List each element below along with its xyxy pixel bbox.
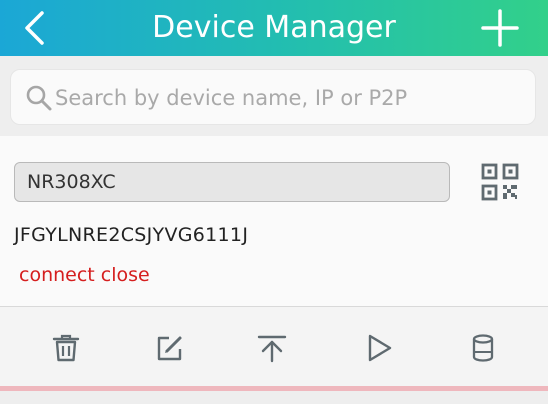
- trash-icon: [52, 334, 80, 362]
- delete-button[interactable]: [51, 333, 81, 363]
- storage-icon: [472, 334, 494, 362]
- search-icon: [26, 85, 52, 111]
- search-area: [0, 56, 548, 136]
- plus-icon: [481, 9, 519, 47]
- list-gap: [0, 391, 548, 404]
- connection-status: connect close: [19, 264, 150, 286]
- storage-button[interactable]: [468, 333, 498, 363]
- search-box[interactable]: [10, 69, 536, 126]
- edit-button[interactable]: [155, 333, 185, 363]
- edit-icon: [157, 336, 182, 361]
- device-id: JFGYLNRE2CSJYVG6111J: [14, 224, 249, 246]
- device-card: NR308XC JFGYLNRE2CSJYVG6111J connect clo…: [0, 136, 548, 388]
- qr-code-icon: [481, 163, 519, 201]
- device-name-field[interactable]: NR308XC: [14, 162, 450, 202]
- action-bar: [0, 307, 548, 388]
- header-bar: Device Manager: [0, 0, 548, 56]
- page-title: Device Manager: [152, 10, 396, 45]
- play-icon: [368, 334, 392, 362]
- play-button[interactable]: [364, 333, 394, 363]
- qr-code-button[interactable]: [480, 162, 520, 202]
- search-input[interactable]: [55, 70, 525, 126]
- add-device-button[interactable]: [480, 8, 520, 48]
- upload-icon: [257, 335, 287, 363]
- upload-button[interactable]: [257, 333, 287, 363]
